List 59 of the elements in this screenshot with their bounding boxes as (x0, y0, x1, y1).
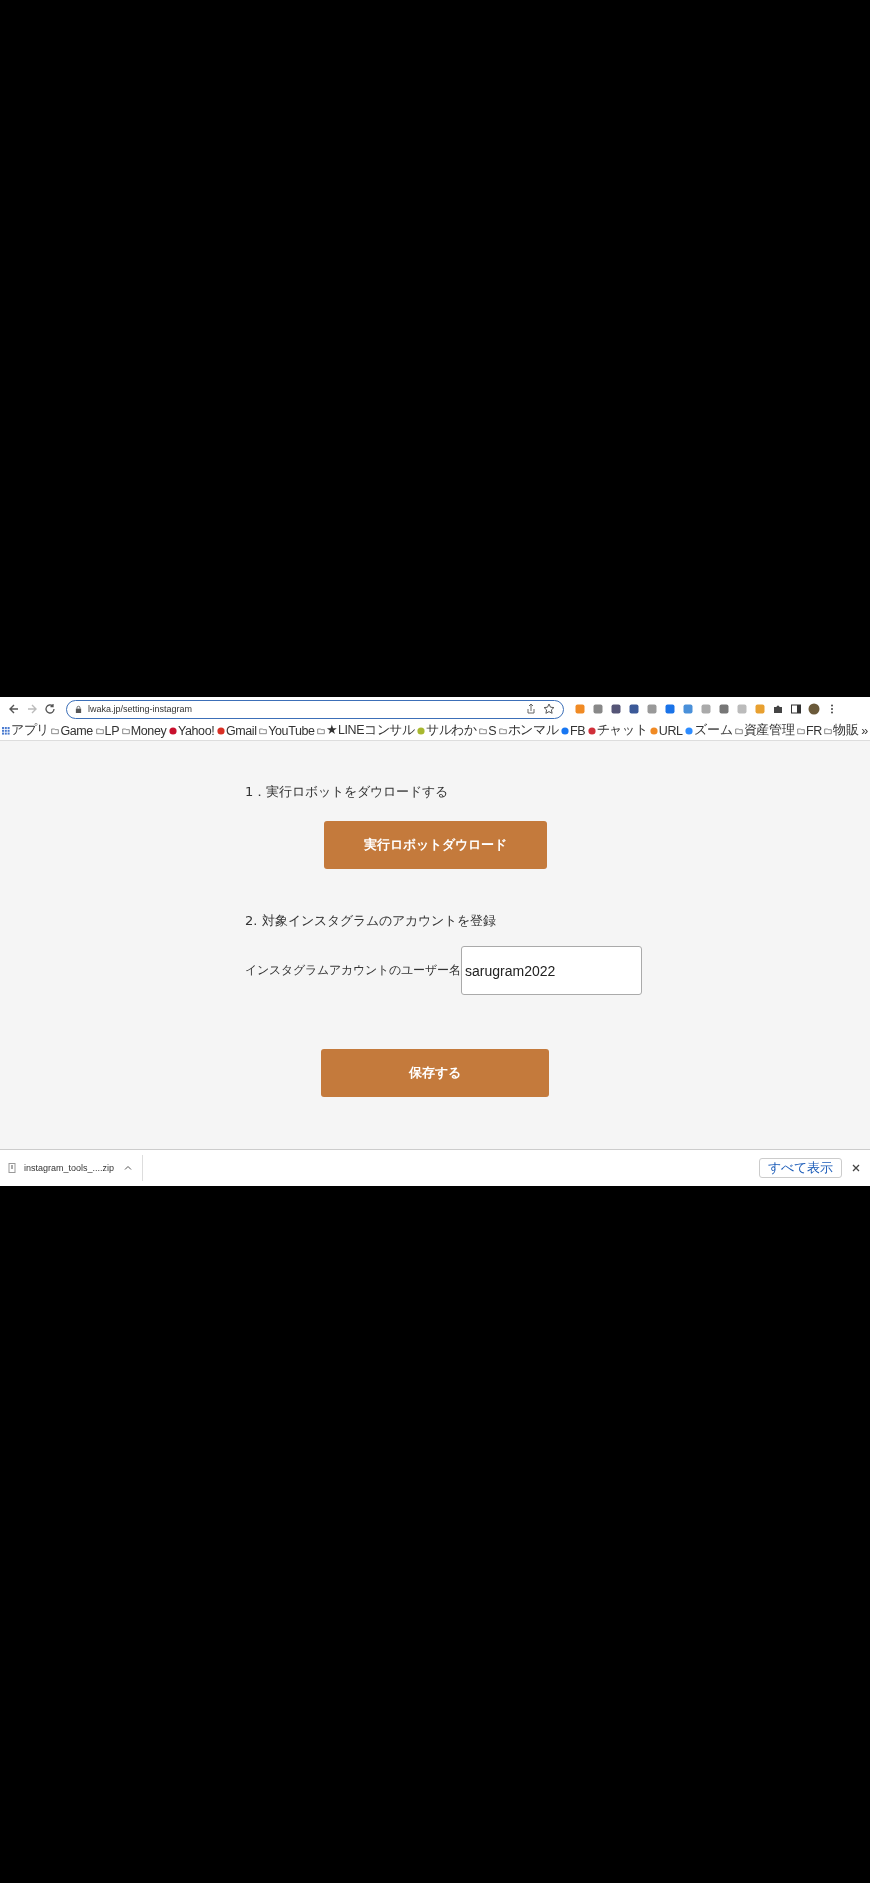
bookmark-item[interactable]: Money (121, 723, 167, 738)
bookmark-item[interactable]: 物販 (824, 722, 859, 739)
close-icon[interactable] (850, 1162, 862, 1174)
back-icon[interactable] (8, 703, 20, 715)
extension-icon[interactable] (718, 703, 730, 715)
step-heading: 1．実行ロボットをダウロードする (245, 783, 450, 801)
bookmark-item[interactable]: Yahoo! (169, 723, 215, 738)
download-file-name[interactable]: instagram_tools_....zip (24, 1163, 115, 1173)
avatar-icon[interactable] (808, 703, 820, 715)
bookmark-item[interactable]: Gmail (216, 723, 257, 738)
star-icon[interactable] (543, 703, 555, 715)
bookmark-item[interactable]: ズーム (685, 722, 733, 739)
bookmark-item[interactable]: FR (796, 723, 822, 738)
bookmark-item[interactable]: YouTube (259, 723, 315, 738)
folder-icon (498, 726, 507, 735)
extension-icon[interactable] (628, 703, 640, 715)
folder-icon (317, 726, 326, 735)
bookmark-item[interactable]: URL (649, 723, 683, 738)
bookmark-item[interactable]: ホンマル (498, 722, 559, 739)
site-icon (685, 726, 694, 735)
show-all-button[interactable]: すべて表示 (759, 1158, 842, 1178)
folder-icon (51, 726, 60, 735)
extension-icon[interactable] (664, 703, 676, 715)
site-icon (216, 726, 225, 735)
share-icon[interactable] (525, 703, 537, 715)
folder-icon (796, 726, 805, 735)
folder-icon (824, 726, 833, 735)
bookmark-item[interactable]: LP (95, 723, 120, 738)
bookmark-item[interactable]: チャット (587, 722, 648, 739)
bookmark-item[interactable]: サルわか (417, 722, 477, 739)
extension-icon[interactable] (682, 703, 694, 715)
site-icon (560, 726, 569, 735)
reload-icon[interactable] (44, 703, 56, 715)
lock-icon (75, 704, 82, 714)
folder-icon (259, 726, 268, 735)
extension-icon[interactable] (610, 703, 622, 715)
field-label: インスタグラムアカウントのユーザー名 (245, 963, 461, 978)
site-icon (169, 726, 177, 735)
bookmark-item[interactable]: アプリ (2, 722, 49, 739)
site-icon (649, 726, 658, 735)
url-text: lwaka.jp/setting-instagram (88, 704, 193, 714)
step-heading: 2. 対象インスタグラムのアカウントを登録 (245, 912, 497, 930)
bookmark-item[interactable]: Game (51, 723, 93, 738)
bookmark-item[interactable]: FB (560, 723, 586, 738)
bookmark-item[interactable]: 資産管理 (734, 722, 795, 739)
username-field[interactable]: sarugram2022 (461, 946, 642, 995)
site-icon (587, 726, 596, 735)
folder-icon (734, 726, 743, 735)
site-icon (417, 726, 426, 735)
folder-icon (121, 726, 130, 735)
bookmark-item[interactable]: ★LINEコンサル (317, 722, 415, 739)
bookmark-item[interactable]: S (479, 723, 497, 738)
extension-icon[interactable] (592, 703, 604, 715)
file-icon (8, 1163, 16, 1173)
apps-grid-icon (2, 726, 10, 735)
more-bookmarks-button[interactable]: » (861, 723, 868, 738)
folder-icon (95, 726, 104, 735)
folder-icon (479, 726, 488, 735)
sidebar-icon[interactable] (790, 703, 802, 715)
